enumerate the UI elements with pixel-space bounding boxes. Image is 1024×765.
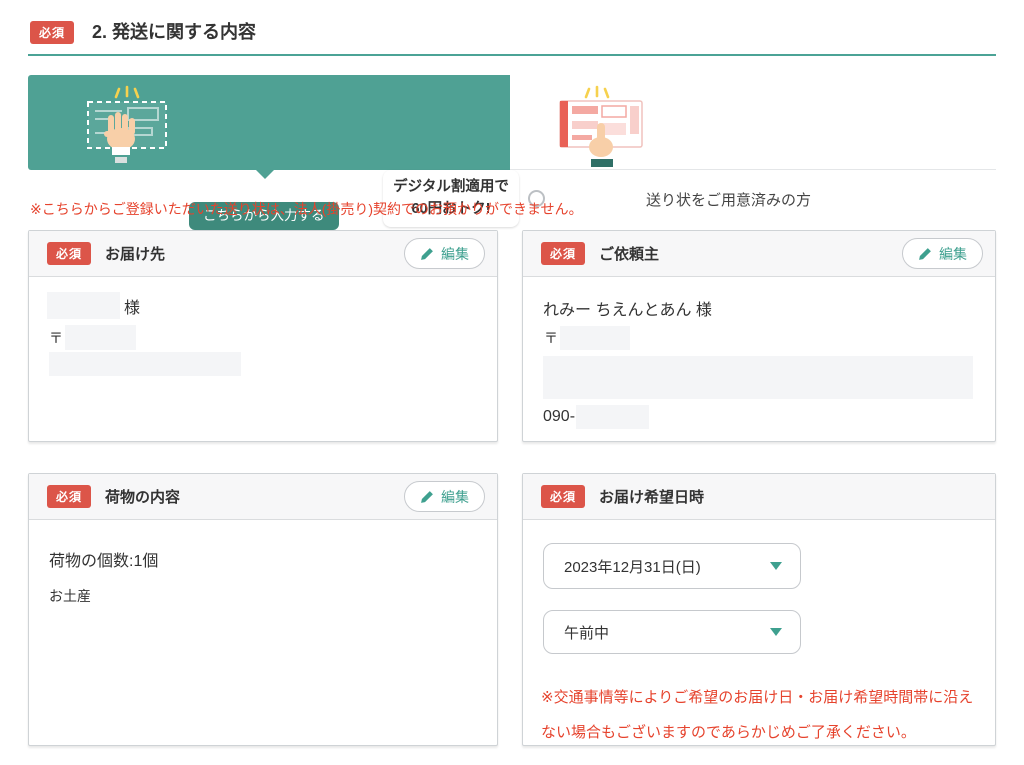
honorific: 様	[124, 294, 140, 318]
delivery-time-select[interactable]: 午前中	[543, 610, 801, 654]
package-count: 荷物の個数:1個	[49, 547, 158, 571]
postal-mark: 〒	[544, 328, 558, 348]
delivery-date-value: 2023年12月31日(日)	[564, 556, 770, 577]
shipping-form-section: 必須 2. 発送に関する内容	[0, 0, 1024, 765]
delivery-card-body: 2023年12月31日(日) 午前中 ※交通事情等によりご希望のお届け日・お届け…	[523, 520, 995, 745]
delivery-time-value: 午前中	[564, 622, 770, 643]
sender-card-title: ご依頼主	[599, 243, 902, 264]
sender-phone-prefix: 090-	[543, 408, 575, 426]
shipping-option-banner: 送り状のご用意がまだの方 こちらから入力する デジタル割適用で 60円おトク!	[0, 75, 1024, 170]
package-card: 必須 荷物の内容 編集 荷物の個数:1個 お土産	[28, 473, 498, 746]
redacted-sender-address	[543, 356, 973, 399]
promo-line1: デジタル割適用で	[393, 177, 509, 198]
delivery-traffic-note: ※交通事情等によりご希望のお届け日・お届け希望時間帯に沿えない場合もございますの…	[541, 680, 979, 750]
package-card-body: 荷物の個数:1個 お土産	[29, 520, 497, 745]
redacted-sender-postal	[560, 326, 630, 350]
redacted-recipient-postal	[65, 325, 136, 350]
sender-card-body: れみー ちえんとあん 様 〒 090-	[523, 277, 995, 441]
redacted-recipient-address	[49, 352, 241, 376]
registration-notice: ※こちらからご登録いただいた送り状は、法人(掛売り)契約でのお預かりができません…	[30, 199, 583, 219]
delivery-date-select[interactable]: 2023年12月31日(日)	[543, 543, 801, 589]
redacted-recipient-name	[47, 292, 120, 319]
recipient-card-title: お届け先	[105, 243, 404, 264]
pencil-icon	[918, 247, 932, 261]
pencil-icon	[420, 490, 434, 504]
recipient-edit-button[interactable]: 編集	[404, 238, 485, 269]
chevron-down-icon	[770, 562, 782, 570]
sender-card: 必須 ご依頼主 編集 れみー ちえんとあん 様 〒 090-	[522, 230, 996, 442]
edit-label: 編集	[441, 244, 469, 264]
required-badge: 必須	[47, 485, 91, 508]
option-new-label: 送り状のご用意がまだの方	[189, 175, 369, 196]
edit-label: 編集	[939, 244, 967, 264]
option-new-invoice[interactable]: 送り状のご用意がまだの方 こちらから入力する デジタル割適用で 60円おトク!	[28, 75, 510, 170]
required-badge: 必須	[541, 485, 585, 508]
invoice-prepared-illustration	[556, 83, 648, 169]
postal-mark: 〒	[49, 328, 63, 348]
section-divider	[28, 54, 996, 56]
pencil-icon	[420, 247, 434, 261]
chevron-down-icon	[770, 628, 782, 636]
required-badge: 必須	[47, 242, 91, 265]
option-prepared-label: 送り状をご用意済みの方	[646, 189, 811, 210]
package-card-title: 荷物の内容	[105, 486, 404, 507]
invoice-writing-illustration	[84, 85, 170, 167]
delivery-datetime-card: 必須 お届け希望日時 2023年12月31日(日) 午前中 ※交通事情等によりご…	[522, 473, 996, 746]
sender-edit-button[interactable]: 編集	[902, 238, 983, 269]
edit-label: 編集	[441, 487, 469, 507]
package-card-header: 必須 荷物の内容 編集	[29, 474, 497, 520]
delivery-card-header: 必須 お届け希望日時	[523, 474, 995, 520]
recipient-card-body: 様 〒	[29, 277, 497, 441]
sender-name: れみー ちえんとあん 様	[543, 296, 712, 320]
package-edit-button[interactable]: 編集	[404, 481, 485, 512]
delivery-card-title: お届け希望日時	[599, 486, 983, 507]
banner-pointer-tail	[256, 170, 274, 179]
required-badge: 必須	[30, 21, 74, 44]
package-item: お土産	[49, 586, 91, 606]
section-title: 2. 発送に関する内容	[92, 18, 256, 44]
recipient-card-header: 必須 お届け先 編集	[29, 231, 497, 277]
redacted-sender-phone	[576, 405, 649, 429]
recipient-card: 必須 お届け先 編集 様 〒	[28, 230, 498, 442]
required-badge: 必須	[541, 242, 585, 265]
sender-card-header: 必須 ご依頼主 編集	[523, 231, 995, 277]
